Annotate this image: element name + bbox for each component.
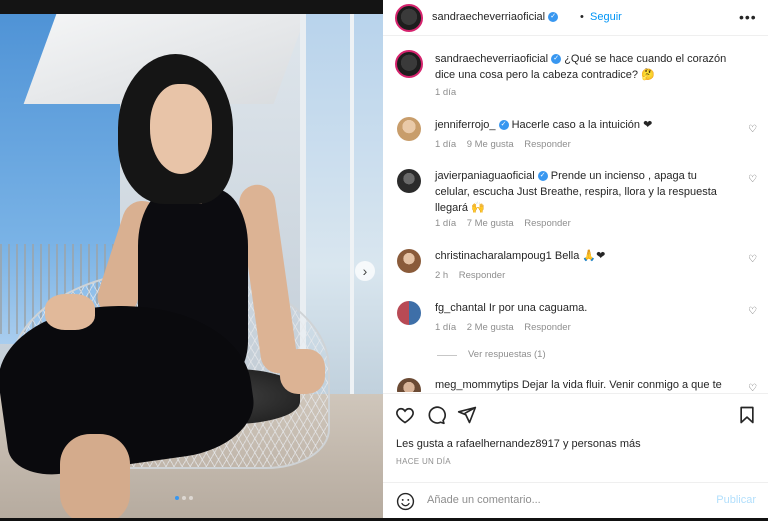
comment-meta: 1 día 9 Me gusta Responder	[435, 139, 571, 150]
comment-body: Dejar la vida fluir. Venir conmigo a que…	[521, 379, 722, 391]
carousel-dot	[182, 496, 186, 500]
photo-shin	[60, 434, 130, 518]
comment-like-icon[interactable]: ♡	[748, 384, 758, 393]
comment-body: Prende un incienso , apaga tu	[550, 170, 697, 182]
carousel-next-button[interactable]: ›	[355, 261, 375, 281]
add-comment-bar: Añade un comentario... Publicar	[383, 482, 768, 519]
post-header: sandraecheverriaoficial ✓ • Seguir •••	[383, 0, 768, 36]
comment-username[interactable]: fg_chantal	[435, 302, 486, 314]
bookmark-icon[interactable]	[737, 405, 757, 425]
comment-time: 1 día	[435, 218, 457, 229]
comment-avatar[interactable]	[397, 117, 421, 141]
comment-username[interactable]: jenniferrojo_	[435, 119, 496, 131]
caption-avatar[interactable]	[395, 50, 423, 78]
comment-avatar[interactable]	[397, 249, 421, 273]
comment-avatar[interactable]	[397, 378, 421, 392]
comment-text: jenniferrojo_ ✓ Hacerle caso a la intuici…	[435, 117, 735, 133]
comment-username[interactable]: christinacharalampoug1	[435, 250, 552, 262]
comments-list[interactable]: sandraecheverriaoficial ✓ ¿Qué se hace cu…	[383, 37, 768, 392]
comment-like-icon[interactable]: ♡	[748, 307, 758, 317]
caption-username[interactable]: sandraecheverriaoficial	[435, 53, 548, 65]
comment-body: Ir por una caguama.	[488, 302, 588, 314]
comment-body-line: celular, escucha Just Breathe, respira, …	[435, 186, 717, 198]
heart-outline-icon[interactable]	[395, 405, 415, 425]
comment-time: 2 h	[435, 270, 449, 281]
comment-avatar[interactable]	[397, 301, 421, 325]
follow-button[interactable]: Seguir	[590, 11, 622, 23]
author-avatar[interactable]	[395, 4, 423, 32]
post-side-panel: sandraecheverriaoficial ✓ • Seguir ••• sa…	[383, 0, 768, 518]
author-row: sandraecheverriaoficial ✓	[432, 11, 559, 23]
publish-button[interactable]: Publicar	[716, 494, 756, 506]
comment-bubble-icon[interactable]	[426, 405, 446, 425]
comment-like-icon[interactable]: ♡	[748, 125, 758, 135]
photo-face	[150, 84, 212, 174]
verified-badge-icon: ✓	[537, 171, 548, 182]
view-replies-button[interactable]: Ver respuestas (1)	[468, 349, 546, 360]
smiley-icon[interactable]	[396, 492, 415, 511]
comment-likes[interactable]: 2 Me gusta	[467, 322, 514, 333]
comment-time: 1 día	[435, 139, 457, 150]
post-actions: Les gusta a rafaelhernandez8917 y person…	[383, 393, 768, 518]
comment-body: Hacerle caso a la intuición ❤	[511, 119, 653, 131]
comment-time: 1 día	[435, 322, 457, 333]
comment-reply-button[interactable]: Responder	[524, 139, 570, 150]
photo-right-hand	[280, 349, 325, 394]
comment-likes[interactable]: 9 Me gusta	[467, 139, 514, 150]
post-photo[interactable]: ›	[0, 14, 383, 518]
replies-divider	[437, 355, 457, 356]
comment-body-line: llegará 🙌	[435, 202, 485, 214]
comment-avatar[interactable]	[397, 169, 421, 193]
carousel-dot-active	[175, 496, 179, 500]
comment-meta: 2 h Responder	[435, 270, 505, 281]
comment-likes[interactable]: 7 Me gusta	[467, 218, 514, 229]
comment-reply-button[interactable]: Responder	[459, 270, 505, 281]
comment-reply-button[interactable]: Responder	[524, 322, 570, 333]
author-username[interactable]: sandraecheverriaoficial	[432, 11, 545, 23]
separator-dot: •	[580, 11, 584, 23]
more-options-icon[interactable]: •••	[739, 9, 757, 25]
caption-time: 1 día	[435, 87, 457, 98]
paper-plane-icon[interactable]	[457, 405, 477, 425]
comment-text: javierpaniaguaoficial ✓ Prende un inciens…	[435, 168, 740, 216]
comment-text: meg_mommytips Dejar la vida fluir. Venir…	[435, 377, 745, 392]
post-timestamp: HACE UN DÍA	[396, 457, 451, 466]
comment-text: fg_chantal Ir por una caguama.	[435, 300, 735, 316]
photo-left-hand	[45, 294, 95, 330]
comment-username[interactable]: javierpaniaguaoficial	[435, 170, 535, 182]
comment-reply-button[interactable]: Responder	[524, 218, 570, 229]
comment-like-icon[interactable]: ♡	[748, 175, 758, 185]
verified-badge-icon: ✓	[551, 54, 562, 65]
comment-meta: 1 día 2 Me gusta Responder	[435, 322, 571, 333]
comment-like-icon[interactable]: ♡	[748, 255, 758, 265]
verified-badge-icon: ✓	[548, 12, 559, 23]
carousel-dots	[175, 496, 193, 500]
comment-body: Bella 🙏❤	[554, 250, 606, 262]
comment-username[interactable]: meg_mommytips	[435, 379, 519, 391]
add-comment-input[interactable]: Añade un comentario...	[427, 494, 541, 506]
likes-summary[interactable]: Les gusta a rafaelhernandez8917 y person…	[396, 438, 641, 450]
comment-meta: 1 día 7 Me gusta Responder	[435, 218, 571, 229]
comment-text: christinacharalampoug1 Bella 🙏❤	[435, 248, 735, 264]
caption-text: sandraecheverriaoficial ✓ ¿Qué se hace cu…	[435, 51, 745, 83]
carousel-dot	[189, 496, 193, 500]
verified-badge-icon: ✓	[498, 120, 509, 131]
